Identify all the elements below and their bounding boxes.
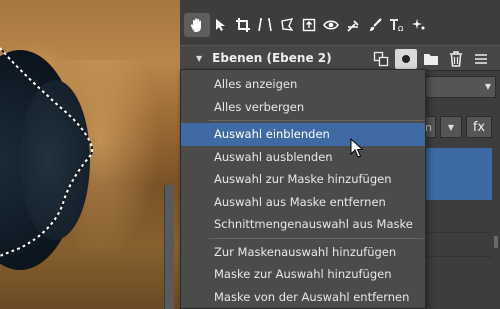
measure-icon[interactable] (254, 13, 276, 37)
sparkle-icon[interactable] (408, 13, 430, 37)
crop-icon[interactable] (232, 13, 254, 37)
divider (416, 232, 500, 233)
menu-item[interactable]: Alles anzeigen (181, 73, 425, 96)
mask-context-menu: Alles anzeigen Alles verbergen Auswahl e… (180, 69, 426, 309)
menu-item[interactable]: Zur Maskenauswahl hinzufügen (181, 241, 425, 264)
menu-separator (209, 237, 423, 239)
transform-icon[interactable] (298, 13, 320, 37)
layers-scrollbar[interactable] (492, 148, 500, 309)
menu-item[interactable]: Auswahl zur Maske hinzufügen (181, 168, 425, 191)
hand-icon[interactable] (184, 13, 210, 37)
chevron-down-icon: ▼ (484, 82, 491, 91)
opacity-field-value: n (425, 120, 432, 134)
text-icon[interactable]: Ω (386, 13, 408, 37)
panel-title: Ebenen (Ebene 2) (212, 51, 332, 65)
menu-item[interactable]: Maske zur Auswahl hinzufügen (181, 263, 425, 286)
menu-icon[interactable] (470, 49, 492, 69)
eye-icon[interactable] (320, 13, 342, 37)
folder-icon[interactable] (420, 49, 442, 69)
divider (416, 256, 500, 257)
tool-toolbar: Ω (180, 10, 500, 40)
lasso-icon[interactable] (276, 13, 298, 37)
copy-layer-icon[interactable] (370, 49, 392, 69)
menu-item[interactable]: Schnittmengenauswahl aus Maske (181, 213, 425, 236)
header-buttons (370, 49, 492, 69)
menu-item[interactable]: Auswahl aus Maske entfernen (181, 191, 425, 214)
blend-mode-select[interactable]: ▼ (420, 76, 496, 98)
image-canvas[interactable] (0, 0, 180, 309)
menu-item[interactable]: Maske von der Auswahl entfernen (181, 286, 425, 309)
menu-item[interactable]: Alles verbergen (181, 96, 425, 119)
fx-label: fx (472, 119, 486, 135)
mouse-cursor-icon (350, 138, 364, 158)
opacity-dropdown[interactable]: ▼ (440, 116, 462, 138)
menu-separator (209, 120, 423, 121)
selected-layer-row[interactable] (416, 148, 500, 200)
scrollbar-thumb[interactable] (494, 236, 498, 248)
menu-item-highlighted[interactable]: Auswahl einblenden (181, 123, 425, 146)
layers-panel-header: ▼ Ebenen (Ebene 2) (180, 45, 500, 71)
svg-text:Ω: Ω (398, 25, 404, 32)
arrow-icon[interactable] (210, 13, 232, 37)
brush-icon[interactable] (364, 13, 386, 37)
mask-icon[interactable] (395, 49, 417, 69)
menu-item[interactable]: Auswahl ausblenden (181, 146, 425, 169)
canvas-scrollbar[interactable] (164, 185, 174, 309)
fx-button[interactable]: fx (466, 116, 492, 138)
collapse-caret-icon[interactable]: ▼ (196, 54, 202, 63)
selection-marching-ants (0, 47, 94, 257)
trash-icon[interactable] (445, 49, 467, 69)
color-picker-icon[interactable] (342, 13, 364, 37)
